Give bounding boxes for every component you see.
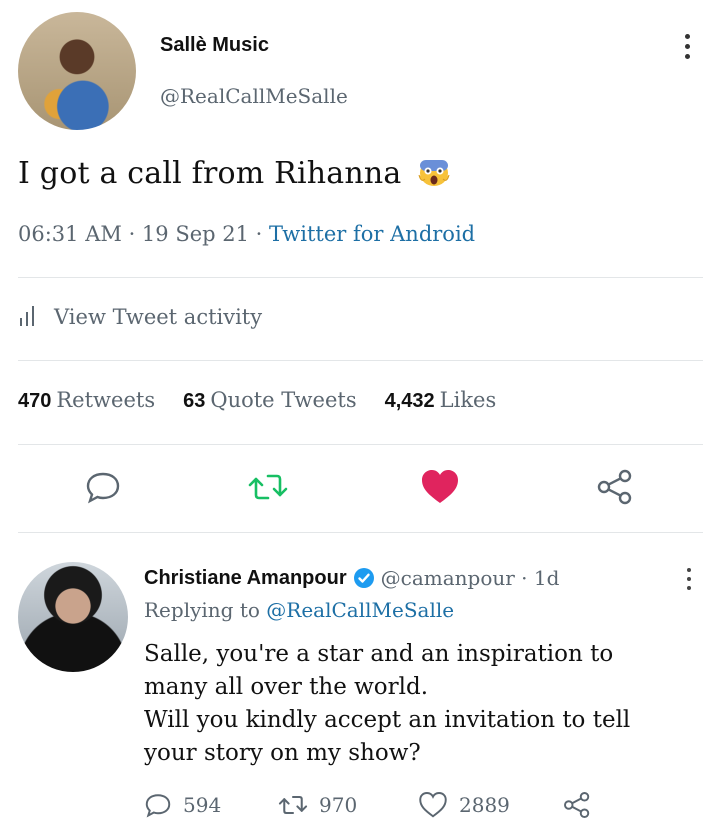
- display-name[interactable]: Sallè Music: [160, 34, 269, 57]
- reply-share-button[interactable]: [562, 790, 592, 820]
- reply-handle[interactable]: @camanpour: [381, 566, 515, 590]
- user-handle[interactable]: @RealCallMeSalle: [160, 84, 348, 108]
- reply-reply-button[interactable]: 594: [143, 790, 221, 820]
- replying-to: Replying to @RealCallMeSalle: [144, 598, 455, 622]
- tweet-time: 06:31 AM: [18, 222, 122, 246]
- tweet-meta: 06:31 AM · 19 Sep 21 · Twitter for Andro…: [18, 222, 476, 246]
- divider: [18, 444, 703, 445]
- reply-time: 1d: [533, 566, 560, 590]
- reply-text: Salle, you're a star and an inspiration …: [144, 638, 704, 770]
- reply-text-line: Salle, you're a star and an inspiration …: [144, 641, 614, 667]
- scream-emoji-icon: [418, 160, 450, 186]
- likes-stat[interactable]: 4,432 Likes: [385, 388, 497, 413]
- reply-icon: [86, 472, 120, 504]
- reply-count: 594: [183, 793, 222, 817]
- divider: [18, 360, 703, 361]
- like-count: 2889: [459, 793, 510, 817]
- tweet-text: I got a call from Rihanna: [18, 156, 451, 191]
- retweet-button[interactable]: [245, 464, 291, 510]
- avatar[interactable]: [18, 12, 136, 130]
- quote-tweets-stat[interactable]: 63 Quote Tweets: [183, 388, 356, 413]
- reply-button[interactable]: [80, 464, 126, 510]
- more-options-icon[interactable]: [680, 34, 694, 64]
- like-outline-icon: [419, 792, 447, 818]
- verified-badge-icon: [353, 568, 374, 588]
- reply-text-line: Will you kindly accept an invitation to …: [144, 707, 631, 733]
- retweets-stat[interactable]: 470 Retweets: [18, 388, 155, 413]
- reply-more-options-icon[interactable]: [684, 568, 694, 598]
- reply-like-button[interactable]: 2889: [417, 790, 510, 820]
- tweet-stats: 470 Retweets 63 Quote Tweets 4,432 Likes: [18, 388, 496, 413]
- replying-to-link[interactable]: @RealCallMeSalle: [266, 598, 454, 622]
- tweet-text-content: I got a call from Rihanna: [18, 156, 402, 191]
- tweet-date: 19 Sep 21: [141, 222, 249, 246]
- divider: [18, 532, 703, 533]
- view-tweet-activity[interactable]: View Tweet activity: [18, 305, 262, 329]
- retweet-icon: [278, 795, 308, 815]
- reply-display-name[interactable]: Christiane Amanpour: [144, 567, 347, 590]
- retweet-count: 970: [319, 793, 358, 817]
- divider: [18, 277, 703, 278]
- retweet-icon: [248, 474, 288, 500]
- tweet-source-link[interactable]: Twitter for Android: [269, 222, 475, 246]
- like-icon: [422, 470, 458, 503]
- reply-header: Christiane Amanpour @camanpour · 1d: [144, 566, 560, 590]
- reply-text-line: your story on my show?: [144, 740, 421, 766]
- reply-avatar[interactable]: [18, 562, 128, 672]
- activity-bars-icon: [18, 306, 42, 328]
- share-button[interactable]: [592, 464, 638, 510]
- activity-label: View Tweet activity: [54, 305, 263, 329]
- reply-retweet-button[interactable]: 970: [277, 790, 357, 820]
- reply-text-line: many all over the world.: [144, 674, 429, 700]
- reply-icon: [145, 794, 171, 818]
- like-button[interactable]: [417, 464, 463, 510]
- share-icon: [597, 469, 632, 505]
- share-icon: [564, 792, 590, 818]
